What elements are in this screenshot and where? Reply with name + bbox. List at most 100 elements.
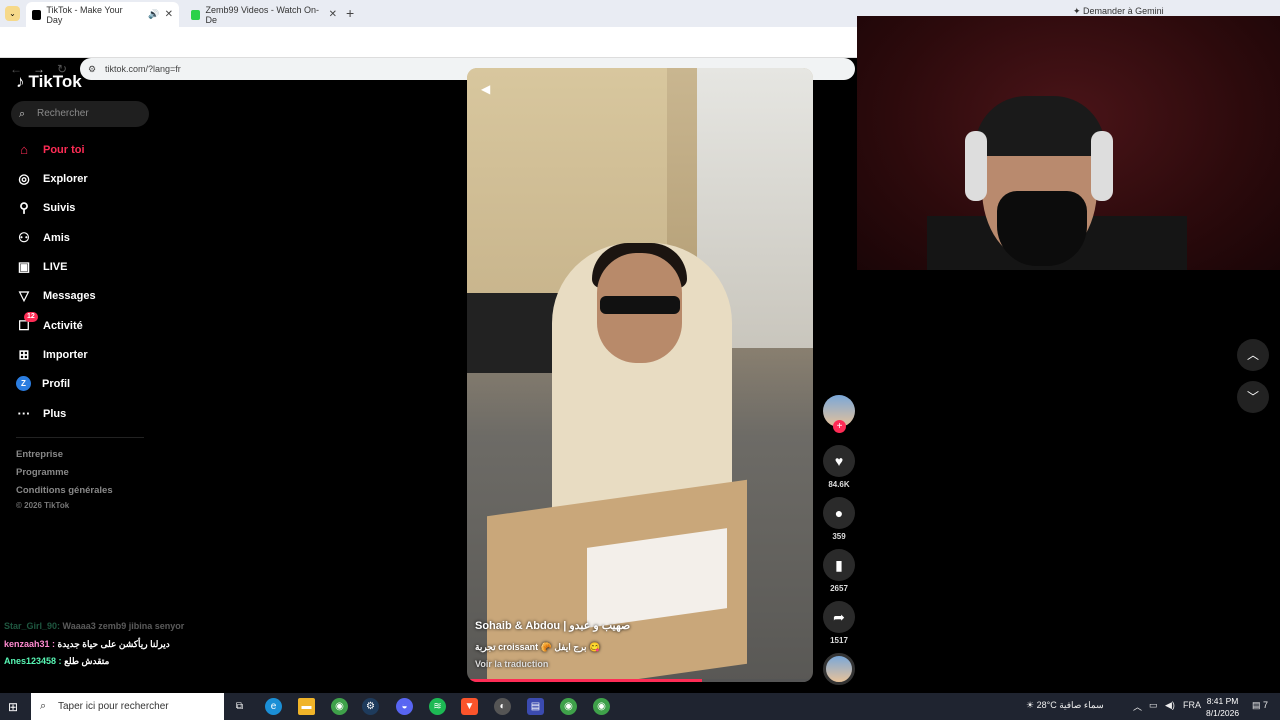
discord-icon[interactable]: ◒ <box>396 698 413 715</box>
sidebar-divider <box>16 437 144 438</box>
sidebar-item-label: LIVE <box>43 261 68 273</box>
sidebar-item-live[interactable]: ▣ LIVE <box>16 259 68 275</box>
copyright: © 2026 TikTok <box>16 501 70 510</box>
save-action[interactable]: ▮ 2657 <box>823 549 855 593</box>
file-explorer-icon[interactable]: ▬ <box>298 698 315 715</box>
notification-icon[interactable]: ▤ 7 <box>1252 700 1268 711</box>
previous-video-button[interactable]: ︿ <box>1237 339 1269 371</box>
video-frame-sunglasses <box>600 296 680 314</box>
windows-start-icon[interactable]: ⊞ <box>8 700 18 714</box>
share-action[interactable]: ➦ 1517 <box>823 601 855 645</box>
activity-badge: 12 <box>24 312 38 322</box>
clock-date: 8/1/2026 <box>1206 708 1240 718</box>
chrome-icon[interactable]: ◉ <box>593 698 610 715</box>
sidebar-item-label: Messages <box>43 290 96 302</box>
share-icon[interactable]: ➦ <box>823 601 855 633</box>
close-tab-icon[interactable]: ✕ <box>165 9 173 20</box>
tab-zemb99[interactable]: Zemb99 Videos - Watch On-De ✕ <box>185 2 343 27</box>
url-text: tiktok.com/?lang=fr <box>105 64 181 74</box>
sidebar-item-label: Activité <box>43 320 83 332</box>
spotify-icon[interactable]: ≋ <box>429 698 446 715</box>
footer-link-conditions[interactable]: Conditions générales <box>16 485 113 496</box>
chat-username: Star_Girl_90: <box>4 621 61 631</box>
sidebar-item-activite[interactable]: ☐ 12 Activité <box>16 312 83 334</box>
chat-text: متقدش طلع <box>64 656 110 666</box>
sidebar-item-suivis[interactable]: ⚲ Suivis <box>16 200 75 216</box>
webcam-overlay <box>857 16 1280 270</box>
tiktok-note-icon: ♪ <box>16 72 25 91</box>
activity-icon: ☐ 12 <box>16 312 38 334</box>
avatar: Z <box>16 376 31 391</box>
tray-chevron-icon[interactable]: ︿ <box>1133 700 1142 713</box>
clock-time: 8:41 PM <box>1206 696 1239 706</box>
sidebar-item-label: Importer <box>43 349 88 361</box>
chrome-icon[interactable]: ◉ <box>560 698 577 715</box>
comment-icon[interactable]: ● <box>823 497 855 529</box>
home-icon: ⌂ <box>20 142 28 157</box>
compass-icon: ◎ <box>18 171 30 186</box>
like-count: 84.6K <box>828 480 850 489</box>
footer-link-entreprise[interactable]: Entreprise <box>16 449 63 460</box>
upload-icon: ⊞ <box>18 347 30 362</box>
logo-text: TikTok <box>28 72 82 91</box>
volume-icon[interactable]: ◀ <box>481 82 490 96</box>
sidebar-item-explorer[interactable]: ◎ Explorer <box>16 171 87 187</box>
sidebar-item-messages[interactable]: ▽ Messages <box>16 288 96 304</box>
notification-count: 7 <box>1263 700 1269 710</box>
comment-action[interactable]: ● 359 <box>823 497 855 541</box>
weather-widget[interactable]: ☀ 28°C سماء صافية <box>1026 700 1104 711</box>
kick-favicon-icon <box>191 9 201 20</box>
sidebar-item-label: Plus <box>43 407 67 420</box>
heart-icon[interactable]: ♥ <box>823 445 855 477</box>
more-icon: ··· <box>17 406 31 421</box>
sidebar-item-plus[interactable]: ··· Plus <box>16 406 67 421</box>
app-icon[interactable]: ▤ <box>527 698 544 715</box>
obs-icon[interactable]: ◐ <box>494 698 511 715</box>
steam-icon[interactable]: ⚙ <box>362 698 379 715</box>
chat-message: Star_Girl_90: Waaaa3 zemb9 jibina senyor <box>4 621 184 631</box>
taskbar-search-input[interactable]: ⌕ Taper ici pour rechercher <box>31 693 224 720</box>
search-icon: ⌕ <box>19 108 26 120</box>
video-player[interactable]: ◀ Sohaib & Abdou | صهيب و عبدو تجربة cro… <box>467 68 813 682</box>
tray-volume-icon[interactable]: ◀) <box>1165 700 1175 711</box>
clock[interactable]: 8:41 PM 8/1/2026 <box>1206 695 1239 719</box>
sidebar-item-pour-toi[interactable]: ⌂ Pour toi <box>16 142 85 157</box>
sidebar-item-label: Profil <box>42 377 71 390</box>
tiktok-logo[interactable]: ♪ TikTok <box>16 72 82 92</box>
language-indicator[interactable]: FRA <box>1183 700 1201 710</box>
screen: ⌄ TikTok - Make Your Day 🔊 ✕ Zemb99 Vide… <box>0 0 1280 720</box>
share-count: 1517 <box>830 636 848 645</box>
task-view-icon[interactable]: ⧉ <box>231 698 248 715</box>
video-description: تجربة croissant 🥐 برج ايفل 😋 <box>475 642 601 652</box>
chrome-icon[interactable]: ◉ <box>331 698 348 715</box>
video-progress-bar[interactable] <box>467 679 813 682</box>
sidebar-item-amis[interactable]: ⚇ Amis <box>16 230 70 246</box>
live-icon: ▣ <box>17 259 31 274</box>
tray-network-icon[interactable]: ▭ <box>1149 700 1158 711</box>
sidebar-item-profil[interactable]: Z Profil <box>16 376 70 391</box>
video-progress-fill <box>467 679 703 682</box>
close-tab-icon[interactable]: ✕ <box>329 9 337 20</box>
next-video-button[interactable]: ﹀ <box>1237 381 1269 413</box>
follow-plus-icon[interactable]: + <box>833 420 846 433</box>
tab-search-icon[interactable]: ⌄ <box>5 6 20 21</box>
sidebar-item-importer[interactable]: ⊞ Importer <box>16 347 88 363</box>
tab-tiktok[interactable]: TikTok - Make Your Day 🔊 ✕ <box>26 2 179 27</box>
speaker-icon[interactable]: 🔊 <box>148 9 159 20</box>
video-author[interactable]: Sohaib & Abdou | صهيب و عبدو <box>475 619 630 632</box>
user-follow-icon: ⚲ <box>19 200 29 215</box>
brave-icon[interactable]: ▼ <box>461 698 478 715</box>
new-tab-button[interactable]: + <box>346 5 354 21</box>
edge-icon[interactable]: e <box>265 698 282 715</box>
tab-label: Zemb99 Videos - Watch On-De <box>205 4 319 25</box>
see-translation-link[interactable]: Voir la traduction <box>475 659 548 669</box>
search-input[interactable]: ⌕ Rechercher <box>11 101 149 127</box>
weather-text: 28°C سماء صافية <box>1036 700 1104 710</box>
sidebar-item-label: Pour toi <box>43 143 85 156</box>
like-action[interactable]: ♥ 84.6K <box>823 445 855 489</box>
site-info-icon[interactable]: ⚙ <box>88 58 96 80</box>
sidebar-item-label: Suivis <box>43 202 76 214</box>
footer-link-programme[interactable]: Programme <box>16 467 69 478</box>
bookmark-icon[interactable]: ▮ <box>823 549 855 581</box>
music-disc-icon[interactable] <box>823 653 855 685</box>
